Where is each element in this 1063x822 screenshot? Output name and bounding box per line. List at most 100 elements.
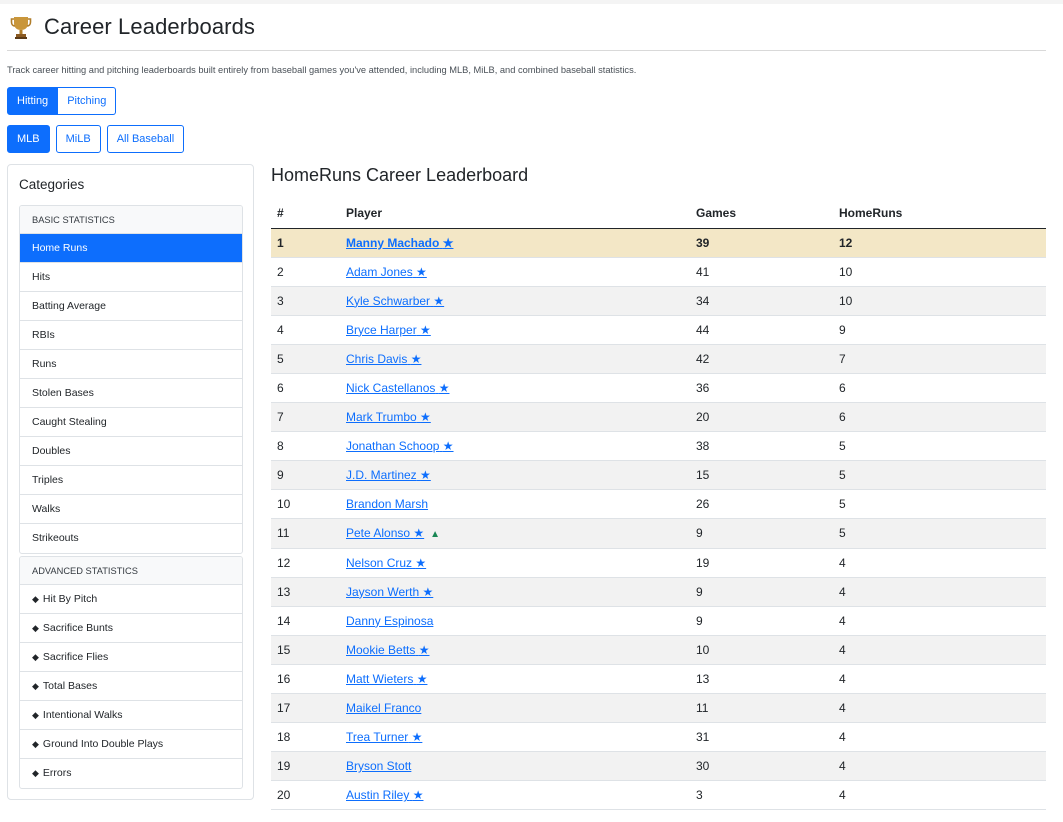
sidebar-item-batting-average[interactable]: Batting Average [20,292,242,321]
table-row: 6 Nick Castellanos ★ 36 6 [271,373,1046,404]
player-link[interactable]: Pete Alonso ★ [346,526,424,540]
games-cell: 26 [690,489,833,520]
player-link[interactable]: Bryson Stott [346,759,411,773]
sidebar-item-doubles[interactable]: Doubles [20,437,242,466]
homeruns-cell: 7 [833,344,1046,374]
column-header-player: Player [340,198,690,229]
leaderboard-body: 1 Manny Machado ★ 39 12 2 Adam Jones ★ 41 10 3 Ky… [271,228,1046,811]
games-cell: 15 [690,460,833,491]
league-filter: MLB MiLB All Baseball [7,125,190,153]
rank-cell: 9 [271,460,340,491]
player-link[interactable]: Jonathan Schoop ★ [346,439,454,453]
star-icon: ★ [422,584,434,599]
player-name: Bryce Harper [346,322,417,337]
player-link[interactable]: Mookie Betts ★ [346,643,429,657]
header-divider [7,50,1046,51]
sidebar-item-triples[interactable]: Triples [20,466,242,495]
rank-cell: 15 [271,635,340,665]
homeruns-cell: 5 [833,431,1046,462]
table-row: 12 Nelson Cruz ★ 19 4 [271,548,1046,578]
player-link[interactable]: Nick Castellanos ★ [346,381,449,395]
sidebar-item-caught-stealing[interactable]: Caught Stealing [20,408,242,437]
player-name: Adam Jones [346,264,413,279]
sidebar-item-stolen-bases[interactable]: Stolen Bases [20,379,242,408]
sidebar-item-ground-into-double-plays[interactable]: ◆ Ground Into Double Plays [20,730,242,759]
player-link[interactable]: Danny Espinosa [346,614,433,628]
player-link[interactable]: Kyle Schwarber ★ [346,294,444,308]
games-cell: 30 [690,751,833,782]
player-link[interactable]: Jayson Werth ★ [346,585,433,599]
homeruns-cell: 4 [833,780,1046,811]
sidebar-item-label: Errors [42,767,72,779]
sidebar-item-walks[interactable]: Walks [20,495,242,524]
sidebar-item-rbis[interactable]: RBIs [20,321,242,350]
sidebar-item-label: Hit By Pitch [42,593,98,605]
table-row: 4 Bryce Harper ★ 44 9 [271,315,1046,345]
player-name: Trea Turner [346,730,409,745]
filter-mlb[interactable]: MLB [7,125,50,153]
player-link[interactable]: Bryce Harper ★ [346,323,431,337]
diamond-icon: ◆ [32,623,39,633]
categories-sidebar: Categories Basic Statistics Home Runs Hit… [7,164,254,800]
sidebar-item-sacrifice-flies[interactable]: ◆ Sacrifice Flies [20,643,242,672]
sidebar-item-strikeouts[interactable]: Strikeouts [20,524,242,553]
player-link[interactable]: Manny Machado ★ [346,236,453,250]
player-link[interactable]: Maikel Franco [346,701,421,715]
player-link[interactable]: Austin Riley ★ [346,788,423,802]
homeruns-cell: 4 [833,635,1046,665]
star-icon: ★ [412,788,424,803]
player-name: Nick Castellanos [346,381,436,396]
sidebar-item-home-runs[interactable]: Home Runs [20,234,242,263]
column-header-homeruns: HomeRuns [833,198,1046,229]
player-cell: Jonathan Schoop ★ [340,431,690,462]
player-link[interactable]: Nelson Cruz ★ [346,556,426,570]
games-cell: 9 [690,577,833,607]
tab-pitching[interactable]: Pitching [58,87,117,115]
star-icon: ★ [411,730,423,745]
player-link[interactable]: Mark Trumbo ★ [346,410,431,424]
player-cell: Nelson Cruz ★ [340,548,690,578]
table-row: 14 Danny Espinosa 9 4 [271,606,1046,636]
player-name: Brandon Marsh [346,497,429,512]
homeruns-cell: 5 [833,518,1046,549]
player-cell: Mark Trumbo ★ [340,402,690,433]
rank-cell: 17 [271,693,340,724]
sidebar-item-intentional-walks[interactable]: ◆ Intentional Walks [20,701,242,730]
games-cell: 20 [690,402,833,433]
sidebar-item-errors[interactable]: ◆ Errors [20,759,242,788]
filter-all-baseball[interactable]: All Baseball [106,125,185,153]
filter-milb[interactable]: MiLB [55,125,101,153]
table-header-row: # Player Games HomeRuns [271,198,1046,229]
diamond-icon: ◆ [32,652,39,662]
player-name: Austin Riley [346,788,410,803]
player-link[interactable]: J.D. Martinez ★ [346,468,431,482]
rank-cell: 11 [271,518,340,549]
diamond-icon: ◆ [32,594,39,604]
sidebar-item-sacrifice-bunts[interactable]: ◆ Sacrifice Bunts [20,614,242,643]
advanced-statistics-list: Advanced Statistics ◆ Hit By Pitch ◆ Sacrif… [19,556,243,789]
homeruns-cell: 6 [833,402,1046,433]
sidebar-item-runs[interactable]: Runs [20,350,242,379]
star-icon: ★ [416,671,428,686]
rank-cell: 19 [271,751,340,782]
player-link[interactable]: Chris Davis ★ [346,352,421,366]
sidebar-item-hit-by-pitch[interactable]: ◆ Hit By Pitch [20,585,242,614]
rank-cell: 12 [271,548,340,578]
player-link[interactable]: Adam Jones ★ [346,265,427,279]
homeruns-cell: 10 [833,257,1046,287]
star-icon: ★ [410,351,422,366]
tab-hitting[interactable]: Hitting [7,87,59,115]
player-name: Jayson Werth [346,584,420,599]
page-description: Track career hitting and pitching leader… [7,65,637,75]
page-header: Career Leaderboards [10,10,255,44]
player-link[interactable]: Trea Turner ★ [346,730,422,744]
sidebar-item-label: Total Bases [42,680,98,692]
sidebar-item-hits[interactable]: Hits [20,263,242,292]
player-link[interactable]: Brandon Marsh [346,497,428,511]
player-name: Jonathan Schoop [346,439,440,454]
sidebar-item-total-bases[interactable]: ◆ Total Bases [20,672,242,701]
player-cell: Trea Turner ★ [340,722,690,753]
rank-cell: 10 [271,489,340,520]
games-cell: 10 [690,635,833,665]
player-link[interactable]: Matt Wieters ★ [346,672,427,686]
